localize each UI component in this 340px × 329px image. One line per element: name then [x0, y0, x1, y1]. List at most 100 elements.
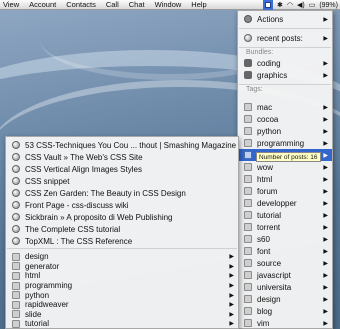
submenu-arrow-icon: ▶ [229, 263, 234, 270]
tag-item-forum[interactable]: forum ▶ [238, 185, 332, 197]
recent-posts-item[interactable]: recent posts: ▶ [238, 32, 332, 44]
wifi-icon[interactable]: ◠ [287, 1, 293, 9]
folder-icon [244, 235, 252, 243]
web-page-icon [12, 189, 20, 197]
tag-item-developper[interactable]: developper ▶ [238, 197, 332, 209]
tag-item-python[interactable]: python ▶ [238, 125, 332, 137]
tag-item-source[interactable]: source ▶ [238, 257, 332, 269]
folder-icon [244, 163, 252, 171]
tag-item-blog[interactable]: blog ▶ [238, 305, 332, 317]
bookmark-link-item[interactable]: TopXML : The CSS Reference [6, 235, 238, 247]
tag-item-wow[interactable]: wow ▶ [238, 161, 332, 173]
tag-item-tutorial[interactable]: tutorial ▶ [238, 209, 332, 221]
submenu-arrow-icon: ▶ [323, 164, 328, 171]
folder-icon [12, 281, 20, 290]
submenu-arrow-icon: ▶ [323, 176, 328, 183]
bookmark-link-item[interactable]: CSS Vertical Align Images Styles [6, 163, 238, 175]
related-tag-item-slide[interactable]: slide ▶ [6, 310, 238, 320]
separator [239, 28, 331, 29]
gear-icon [244, 15, 252, 23]
bookmark-link-item[interactable]: Front Page - css-discuss wiki [6, 199, 238, 211]
web-page-icon [12, 213, 20, 221]
folder-icon [244, 151, 252, 159]
web-page-icon [12, 201, 20, 209]
related-tag-item-html[interactable]: html ▶ [6, 271, 238, 281]
related-tag-item-python[interactable]: python ▶ [6, 290, 238, 300]
related-tag-item-generator[interactable]: generator ▶ [6, 262, 238, 272]
tag-item-programming[interactable]: programming ▶ [238, 137, 332, 149]
volume-icon[interactable]: ◀) [297, 1, 305, 9]
folder-icon [244, 223, 252, 231]
bookmark-link-item[interactable]: 53 CSS-Techniques You Cou ... thout | Sm… [6, 139, 238, 151]
submenu-arrow-icon: ▶ [323, 116, 328, 123]
submenu-arrow-icon: ▶ [323, 296, 328, 303]
bookmarks-menu-extra-icon[interactable] [262, 0, 273, 10]
battery-icon[interactable]: ▭ [309, 1, 316, 9]
submenu-arrow-icon: ▶ [323, 308, 328, 315]
tag-item-design[interactable]: design ▶ [238, 293, 332, 305]
folder-icon [244, 319, 252, 327]
submenu-arrow-icon: ▶ [323, 272, 328, 279]
tag-item-javascript[interactable]: javascript ▶ [238, 269, 332, 281]
bookmark-link-item[interactable]: Sickbrain » A proposito di Web Publishin… [6, 211, 238, 223]
menu-account[interactable]: Account [24, 0, 61, 9]
bundle-item-graphics[interactable]: graphics ▶ [238, 69, 332, 81]
bookmarks-menu: Actions ▶ recent posts: ▶ Bundles: codin… [237, 10, 333, 329]
bundle-icon [244, 71, 252, 79]
folder-icon [12, 262, 20, 271]
bluetooth-icon[interactable]: ✱ [277, 1, 283, 9]
submenu-arrow-icon: ▶ [323, 260, 328, 267]
tag-item-html[interactable]: html ▶ [238, 173, 332, 185]
bookmark-link-item[interactable]: CSS snippet [6, 175, 238, 187]
tag-item-font[interactable]: font ▶ [238, 245, 332, 257]
tag-item-vim[interactable]: vim ▶ [238, 317, 332, 329]
submenu-arrow-icon: ▶ [323, 152, 328, 159]
folder-icon [244, 211, 252, 219]
menu-view[interactable]: View [0, 0, 24, 9]
submenu-arrow-icon: ▶ [323, 60, 328, 67]
menu-window[interactable]: Window [150, 0, 187, 9]
bookmark-link-item[interactable]: CSS Vault » The Web's CSS Site [6, 151, 238, 163]
submenu-arrow-icon: ▶ [229, 283, 234, 290]
folder-icon [12, 319, 20, 328]
submenu-arrow-icon: ▶ [323, 35, 328, 42]
related-tag-item-design[interactable]: design ▶ [6, 252, 238, 262]
menu-chat[interactable]: Chat [124, 0, 150, 9]
submenu-arrow-icon: ▶ [323, 248, 328, 255]
submenu-arrow-icon: ▶ [323, 16, 328, 23]
submenu-arrow-icon: ▶ [323, 128, 328, 135]
menu-call[interactable]: Call [101, 0, 124, 9]
battery-percent: (99%) [319, 1, 338, 9]
submenu-arrow-icon: ▶ [229, 321, 234, 328]
tag-item-s60[interactable]: s60 ▶ [238, 233, 332, 245]
menu-contacts[interactable]: Contacts [61, 0, 101, 9]
folder-icon [244, 175, 252, 183]
submenu-arrow-icon: ▶ [323, 236, 328, 243]
submenu-arrow-icon: ▶ [229, 302, 234, 309]
bookmark-link-item[interactable]: CSS Zen Garden: The Beauty in CSS Design [6, 187, 238, 199]
submenu-arrow-icon: ▶ [323, 200, 328, 207]
bundle-item-coding[interactable]: coding ▶ [238, 57, 332, 69]
related-tag-item-tutorial[interactable]: tutorial ▶ [6, 319, 238, 329]
submenu-arrow-icon: ▶ [323, 320, 328, 327]
folder-icon [244, 259, 252, 267]
tag-item-torrent[interactable]: torrent ▶ [238, 221, 332, 233]
tag-item-cocoa[interactable]: cocoa ▶ [238, 113, 332, 125]
folder-icon [244, 187, 252, 195]
folder-icon [244, 283, 252, 291]
tag-item-universita[interactable]: universita ▶ [238, 281, 332, 293]
bundles-header: Bundles: [246, 49, 274, 56]
bookmark-link-item[interactable]: The Complete CSS tutorial [6, 223, 238, 235]
web-page-icon [12, 237, 20, 245]
tag-item-mac[interactable]: mac ▶ [238, 101, 332, 113]
menu-help[interactable]: Help [186, 0, 211, 9]
actions-item[interactable]: Actions ▶ [238, 13, 332, 25]
folder-icon [12, 252, 20, 261]
submenu-arrow-icon: ▶ [323, 104, 328, 111]
folder-icon [244, 103, 252, 111]
tags-header: Tags: [246, 86, 263, 93]
css-tag-submenu: 53 CSS-Techniques You Cou ... thout | Sm… [5, 136, 239, 329]
related-tag-item-rapidweaver[interactable]: rapidweaver ▶ [6, 300, 238, 310]
folder-icon [12, 271, 20, 280]
related-tag-item-programming[interactable]: programming ▶ [6, 281, 238, 291]
